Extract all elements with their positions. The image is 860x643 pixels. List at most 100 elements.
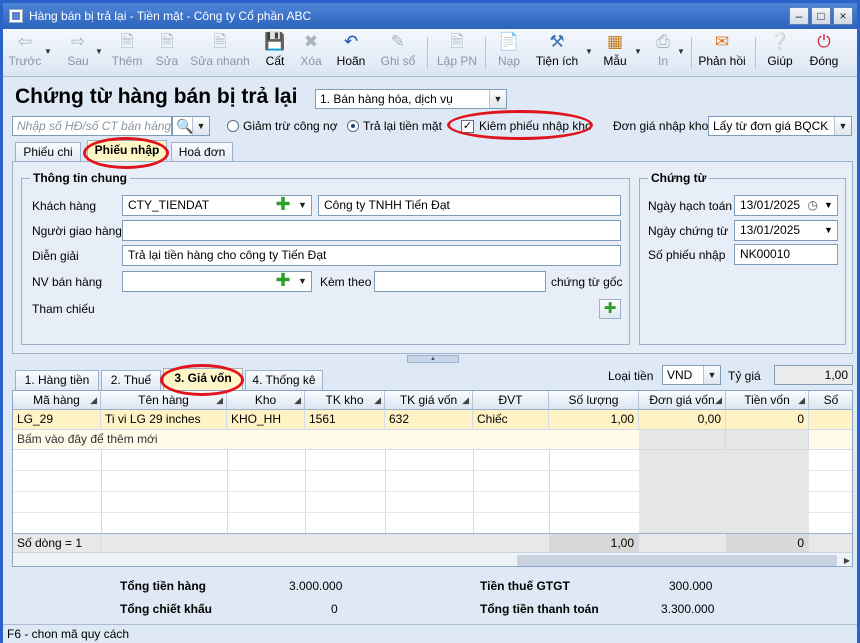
add-button[interactable]: 🗎 Thêm [109, 32, 145, 74]
tab-statistics[interactable]: 4. Thống kê [245, 370, 323, 390]
page-title: Chứng từ hàng bán bị trả lại [15, 85, 298, 108]
arrow-left-icon: ⇦ [17, 32, 33, 51]
minimize-button[interactable]: – [789, 7, 809, 25]
tab-invoice[interactable]: Hoá đơn [171, 142, 233, 162]
reduce-debt-radio[interactable]: Giảm trừ công nợ [227, 119, 338, 133]
prev-dropdown[interactable]: ▼ [44, 47, 52, 56]
pin-icon: ◢ [294, 395, 301, 405]
cell-warehouse[interactable]: KHO_HH [227, 410, 305, 430]
maximize-button[interactable]: □ [811, 7, 831, 25]
window-title: Hàng bán bị trả lại - Tiền mặt - Công ty… [29, 9, 312, 23]
horizontal-scrollbar[interactable]: ▶ [13, 552, 852, 566]
column-header[interactable]: TK kho ◢ [305, 391, 385, 410]
utilities-dropdown[interactable]: ▼ [585, 47, 593, 56]
delete-icon: ✖ [303, 32, 319, 51]
attach-input[interactable] [374, 271, 546, 292]
customer-name-input[interactable]: Công ty TNHH Tiến Đạt [318, 195, 621, 216]
description-input[interactable]: Trả lại tiền hàng cho công ty Tiến Đạt [122, 245, 621, 266]
template-button[interactable]: ▦ Mẫu [599, 32, 631, 74]
cell-unit[interactable]: Chiếc [473, 410, 549, 430]
pin-icon: ◢ [462, 395, 469, 405]
app-icon [9, 9, 23, 23]
voucher-type-select[interactable]: 1. Bán hàng hóa, dịch vụ ▼ [315, 89, 507, 109]
cell-code[interactable]: LG_29 [13, 410, 101, 430]
column-header[interactable]: Tiền vốn ◢ [726, 391, 809, 410]
save-button[interactable]: 💾 Cất [259, 32, 291, 74]
deliverer-input[interactable] [122, 220, 621, 241]
currency-label: Loại tiền [608, 369, 654, 383]
highlight-ring [83, 137, 169, 169]
close-window-button[interactable]: × [833, 7, 853, 25]
column-header[interactable]: Kho ◢ [227, 391, 305, 410]
tab-tax[interactable]: 2. Thuế [101, 370, 161, 390]
tab-payment-voucher[interactable]: Phiếu chi [15, 142, 81, 162]
plus-icon[interactable]: ✚ [274, 195, 292, 214]
unit-price-label: Đơn giá nhập kho [613, 119, 709, 133]
empty-rows [13, 450, 852, 533]
scroll-thumb[interactable] [517, 555, 837, 566]
total-discount-value: 0 [331, 602, 338, 616]
new-row[interactable]: Bấm vào đây để thêm mới [13, 430, 852, 450]
quick-edit-button[interactable]: 🗎 Sửa nhanh [189, 32, 251, 74]
feedback-button[interactable]: ✉ Phản hồi [697, 32, 747, 74]
search-icon: 🔍 [176, 118, 194, 134]
search-button[interactable]: 🔍 ▼ [172, 116, 210, 136]
search-invoice-input[interactable]: Nhập số HĐ/số CT bán hàng [12, 116, 172, 136]
column-header[interactable]: Số [809, 391, 852, 410]
help-button[interactable]: ❔ Giúp [763, 32, 797, 74]
detail-grid: Mã hàng ◢ Tên hàng ◢ Kho ◢ TK kho ◢ TK giá v… [12, 390, 853, 567]
group-title: Chứng từ [648, 171, 710, 185]
voucher-date-input[interactable]: 13/01/2025 ▼ [734, 220, 838, 241]
row-count: Số dòng = 1 [13, 534, 101, 553]
cell-cost[interactable]: 0 [726, 410, 809, 430]
plus-icon[interactable]: ✚ [274, 271, 292, 290]
posting-date-input[interactable]: 13/01/2025 ◷ ▼ [734, 195, 838, 216]
chevron-down-icon[interactable]: ▼ [294, 272, 311, 291]
rate-input[interactable]: 1,00 [774, 365, 853, 385]
new-doc-icon: 🗎 [120, 32, 134, 51]
cell-stock-account[interactable]: 1561 [305, 410, 385, 430]
column-header[interactable]: Đơn giá vốn ◢ [639, 391, 726, 410]
print-button[interactable]: ⎙ In [649, 32, 677, 74]
cell-unit-cost[interactable]: 0,00 [639, 410, 726, 430]
create-receipt-button[interactable]: 🗎 Lập PN [435, 32, 479, 74]
cell-cogs-account[interactable]: 632 [385, 410, 473, 430]
load-button[interactable]: 📄 Nạp [493, 32, 525, 74]
cell-quantity[interactable]: 1,00 [549, 410, 639, 430]
prev-button[interactable]: ⇦ Trước [7, 32, 43, 74]
reference-label: Tham chiếu [32, 302, 95, 316]
close-button[interactable]: ⏻ Đóng [803, 32, 845, 74]
chevron-down-icon: ▼ [703, 366, 720, 384]
utilities-button[interactable]: ⚒ Tiện ích [533, 32, 581, 74]
add-reference-button[interactable]: ✚ [599, 299, 621, 319]
undo-icon: ↶ [343, 32, 359, 51]
column-header[interactable]: ĐVT [473, 391, 549, 410]
scroll-right-icon[interactable]: ▶ [840, 554, 852, 566]
print-dropdown[interactable]: ▼ [677, 47, 685, 56]
next-dropdown[interactable]: ▼ [95, 47, 103, 56]
column-header[interactable]: Số lượng [549, 391, 639, 410]
new-row-hint[interactable]: Bấm vào đây để thêm mới [13, 430, 639, 450]
unit-price-select[interactable]: Lấy từ đơn giá BQCK ▼ [708, 116, 852, 136]
template-dropdown[interactable]: ▼ [634, 47, 642, 56]
refund-cash-radio[interactable]: Trả lại tiền mặt [347, 119, 442, 133]
salesperson-label: NV bán hàng [32, 275, 103, 289]
cell-name[interactable]: Ti vi LG 29 inches [101, 410, 227, 430]
highlight-ring [447, 110, 593, 140]
description-label: Diễn giải [32, 249, 79, 263]
next-button[interactable]: ⇨ Sau [61, 32, 95, 74]
table-row[interactable]: LG_29 Ti vi LG 29 inches KHO_HH 1561 632… [13, 410, 852, 430]
undo-button[interactable]: ↶ Hoãn [333, 32, 369, 74]
chevron-down-icon[interactable]: ▼ [294, 196, 311, 215]
cell-extra[interactable] [809, 410, 852, 430]
delete-button[interactable]: ✖ Xóa [295, 32, 327, 74]
post-button[interactable]: ✎ Ghi sổ [377, 32, 419, 74]
column-header[interactable]: TK giá vốn ◢ [385, 391, 473, 410]
currency-select[interactable]: VND ▼ [662, 365, 721, 385]
total-payment-value: 3.300.000 [661, 602, 715, 616]
column-header[interactable]: Mã hàng ◢ [13, 391, 101, 410]
edit-button[interactable]: 🗎 Sửa [151, 32, 183, 74]
panel-splitter[interactable]: ▲ [407, 355, 459, 363]
tab-goods-money[interactable]: 1. Hàng tiền [15, 370, 99, 390]
receipt-no-input[interactable]: NK00010 [734, 244, 838, 265]
